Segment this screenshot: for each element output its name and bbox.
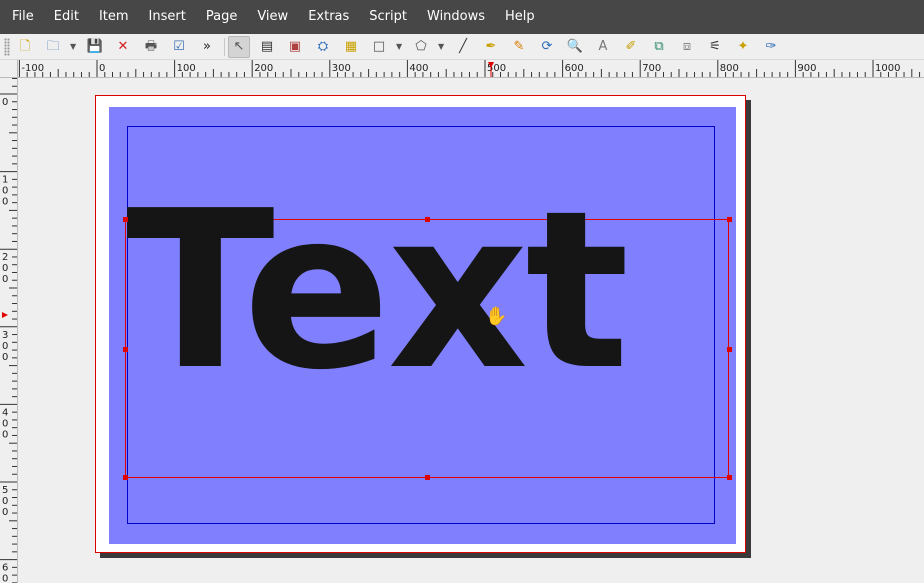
horizontal-ruler-ticks: -100 0 100 200 300 400 500 600 700 800 900 1000 [18,60,921,77]
open-folder-icon[interactable]: 🗀 [42,36,64,58]
ruler-label: 700 [642,63,661,74]
table-icon[interactable]: ▦ [340,36,362,58]
menu-page[interactable]: Page [196,0,247,34]
ruler-label: 0 [2,274,8,285]
render-frame-icon[interactable]: ⛭ [312,36,334,58]
preflight-verifier-icon[interactable]: ☑ [168,36,190,58]
resize-handle-bottom-left[interactable] [123,475,128,480]
select-item-icon[interactable]: ↖ [228,35,250,58]
link-text-frames-icon[interactable]: ⧉ [648,36,670,58]
menu-view[interactable]: View [247,0,298,34]
menu-extras[interactable]: Extras [298,0,359,34]
ruler-label: 200 [254,63,273,74]
ruler-label: 400 [409,63,428,74]
menu-file[interactable]: File [2,0,44,34]
horizontal-ruler[interactable]: -100 0 100 200 300 400 500 600 700 800 900 1000 [18,60,924,78]
ruler-label: 100 [177,63,196,74]
vertical-ruler[interactable]: 0100200300400500600 [0,78,18,583]
ruler-label: 1000 [875,63,900,74]
selected-text-frame[interactable]: Text [123,183,732,480]
document-page[interactable]: Text [95,95,746,553]
ruler-label: 1 [2,175,8,186]
document-canvas[interactable]: Text ✋ [18,78,924,583]
save-icon[interactable]: 💾 [84,36,106,58]
ruler-label: 800 [720,63,739,74]
measurements-icon[interactable]: ⚟ [704,36,726,58]
dropdown-arrow-icon[interactable]: ▼ [438,42,448,51]
ruler-label: 0 [2,352,8,363]
dropdown-arrow-icon[interactable]: ▼ [70,42,80,51]
ruler-label: 0 [2,263,8,274]
menu-item[interactable]: Item [89,0,139,34]
ruler-label: 300 [332,63,351,74]
more-tools-icon[interactable]: » [196,36,218,58]
ruler-label: 0 [2,341,8,352]
copy-properties-icon[interactable]: ✦ [732,36,754,58]
ruler-label: 0 [99,63,105,74]
ruler-label: 2 [2,252,8,263]
ruler-label: 0 [2,418,8,429]
ruler-label: -100 [21,63,44,74]
ruler-label: 3 [2,330,8,341]
text-frame-icon[interactable]: ▤ [256,36,278,58]
edit-text-story-icon[interactable]: ✐ [620,36,642,58]
resize-handle-middle-left[interactable] [123,347,128,352]
ruler-label: 0 [2,197,8,208]
ruler-label: 5 [2,485,8,496]
text-frame-content[interactable]: Text [126,183,730,401]
resize-handle-middle-right[interactable] [727,347,732,352]
menu-windows[interactable]: Windows [417,0,495,34]
resize-handle-top-center[interactable] [425,217,430,222]
shape-icon[interactable]: □ [368,36,390,58]
cursor-position-marker [2,312,8,318]
hand-cursor-icon: ✋ [485,306,508,327]
rotate-item-icon[interactable]: ⟳ [536,36,558,58]
ruler-label: 600 [565,63,584,74]
ruler-label: 6 [2,563,8,574]
ruler-label: 0 [2,429,8,440]
bezier-curve-icon[interactable]: ✒ [480,36,502,58]
resize-handle-bottom-right[interactable] [727,475,732,480]
menu-edit[interactable]: Edit [44,0,89,34]
resize-handle-bottom-center[interactable] [425,475,430,480]
image-frame-icon[interactable]: ▣ [284,36,306,58]
freehand-line-icon[interactable]: ✎ [508,36,530,58]
resize-handle-top-left[interactable] [123,217,128,222]
toolbar-grip[interactable] [4,37,10,56]
line-icon[interactable]: ╱ [452,36,474,58]
print-icon[interactable]: 🖶 [140,36,162,58]
dropdown-arrow-icon[interactable]: ▼ [396,42,406,51]
unlink-text-frames-icon[interactable]: ⧈ [676,36,698,58]
ruler-corner [0,60,18,78]
zoom-icon[interactable]: 🔍 [564,36,586,58]
ruler-label: 900 [797,63,816,74]
new-document-icon[interactable]: 🗋 [14,36,36,58]
vertical-ruler-ticks: 0100200300400500600 [0,78,17,583]
toolbar-separator [224,37,225,56]
menu-bar: File Edit Item Insert Page View Extras Script Wi… [0,0,924,34]
eye-dropper-icon[interactable]: ✑ [760,36,782,58]
menu-insert[interactable]: Insert [139,0,196,34]
polygon-icon[interactable]: ⬠ [410,36,432,58]
main-toolbar: 🗋 🗀 ▼ 💾 ✕ 🖶 ☑ » ↖ ▤ ▣ ⛭ ▦ □ ▼ ⬠ ▼ ╱ ✒ ✎ ⟳ 🔍 A ✐ ⧉ ⧈ ⚟ ✦ ✑ [0,34,924,60]
ruler-label: 0 [2,507,8,518]
ruler-label: 0 [2,574,8,583]
close-document-icon[interactable]: ✕ [112,36,134,58]
ruler-label: 0 [2,496,8,507]
edit-contents-icon[interactable]: A [592,36,614,58]
resize-handle-top-right[interactable] [727,217,732,222]
ruler-label: 0 [2,186,8,197]
ruler-label: 0 [2,97,8,108]
ruler-label: 4 [2,407,8,418]
menu-script[interactable]: Script [359,0,417,34]
menu-help[interactable]: Help [495,0,545,34]
